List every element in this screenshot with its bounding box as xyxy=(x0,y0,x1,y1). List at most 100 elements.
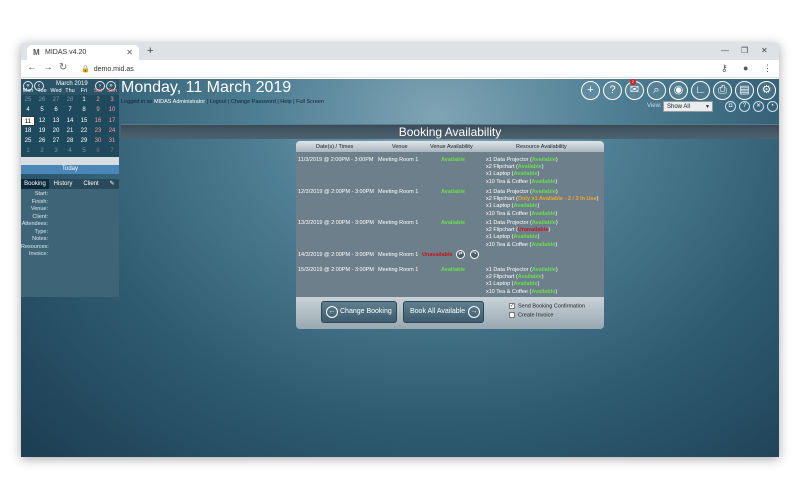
calendar-day[interactable]: 7 xyxy=(63,105,77,115)
tab-booking[interactable]: Booking xyxy=(21,179,49,189)
calendar-day[interactable]: 29 xyxy=(77,136,91,146)
calendar-day[interactable]: 28 xyxy=(63,95,77,105)
print-icon[interactable]: ⎙ xyxy=(713,81,732,100)
calendar-day[interactable]: 1 xyxy=(77,95,91,105)
calendar-day[interactable]: 17 xyxy=(105,116,119,126)
calendar-day[interactable]: 30 xyxy=(91,136,105,146)
key-icon[interactable]: ⚷ xyxy=(721,63,728,74)
calendar-day[interactable]: 23 xyxy=(91,126,105,136)
stats-icon[interactable]: ∟ xyxy=(691,81,710,100)
calendar-day[interactable]: 10 xyxy=(105,105,119,115)
calendar-day[interactable]: 28 xyxy=(63,136,77,146)
page-date: Monday, 11 March 2019 xyxy=(121,79,292,96)
checkbox-box[interactable] xyxy=(509,312,515,318)
calendar-day[interactable]: 27 xyxy=(49,136,63,146)
skip-date-icon[interactable]: ↷ xyxy=(470,250,479,259)
resource-status: Available xyxy=(513,203,538,210)
calendar-day[interactable]: 15 xyxy=(77,116,91,126)
calendar-day[interactable]: 6 xyxy=(91,146,105,156)
calendar-day[interactable]: 26 xyxy=(35,95,49,105)
change-booking-button[interactable]: ← Change Booking xyxy=(321,301,397,323)
view-icon[interactable]: ◉ xyxy=(669,81,688,100)
calendar-day[interactable]: 2 xyxy=(91,95,105,105)
calendar-day[interactable]: 26 xyxy=(35,136,49,146)
tab-history[interactable]: History xyxy=(49,179,77,189)
calendar-day[interactable]: 6 xyxy=(49,105,63,115)
resource-name: x2 Flipchart ( xyxy=(486,227,518,234)
username-link[interactable]: MIDAS Administrator xyxy=(154,99,205,105)
calendar-day[interactable]: 5 xyxy=(77,146,91,156)
calendar-day[interactable]: 20 xyxy=(49,126,63,136)
resource-line: x2 Flipchart (Available) xyxy=(486,274,558,281)
info-icon[interactable]: ? xyxy=(739,101,750,112)
calendar-day[interactable]: 25 xyxy=(21,136,35,146)
calendar-day[interactable]: 3 xyxy=(105,95,119,105)
url-field[interactable]: 🔒 demo.mid.as xyxy=(81,63,711,75)
calendar-day[interactable]: 3 xyxy=(49,146,63,156)
profile-icon[interactable]: ● xyxy=(743,63,748,73)
reload-icon[interactable]: ↻ xyxy=(59,62,67,73)
calendar-day[interactable]: 8 xyxy=(77,105,91,115)
calendar-day[interactable]: 9 xyxy=(91,105,105,115)
resource-name: x10 Tea & Coffee ( xyxy=(486,210,532,217)
col-venue: Venue xyxy=(392,144,408,150)
calendar-header: « ‹ March 2019 › » Mon Tue Wed Thu Fri S… xyxy=(21,79,119,95)
resource-close: ) xyxy=(555,178,558,185)
checkbox-box[interactable]: ✓ xyxy=(509,303,515,309)
new-tab-icon[interactable]: + xyxy=(147,45,153,57)
summary-field-label: Invoice: xyxy=(29,251,48,257)
calendar-day[interactable]: 22 xyxy=(77,126,91,136)
calendar-day[interactable]: 18 xyxy=(21,126,35,136)
calendar-day[interactable]: 24 xyxy=(105,126,119,136)
midas-app: « ‹ March 2019 › » Mon Tue Wed Thu Fri S… xyxy=(21,79,779,457)
summary-field-label: Client: xyxy=(32,213,48,220)
calendar-day[interactable]: 5 xyxy=(35,105,49,115)
help-icon[interactable]: ? xyxy=(603,81,622,100)
calendar-day[interactable]: 31 xyxy=(105,136,119,146)
more-icon[interactable]: • xyxy=(767,101,778,112)
account-links[interactable]: | Logout | Change Password | Help | Full… xyxy=(207,99,324,105)
pin-icon[interactable]: ✎ xyxy=(105,179,119,189)
calendar-day[interactable]: 25 xyxy=(21,95,35,105)
tab-close-icon[interactable]: ✕ xyxy=(126,48,133,57)
calendar-day[interactable]: 21 xyxy=(63,126,77,136)
reports-icon[interactable]: ▤ xyxy=(735,81,754,100)
close-icon[interactable]: ✕ xyxy=(753,101,764,112)
calendar-day[interactable]: 1 xyxy=(21,146,35,156)
calendar-day[interactable]: 4 xyxy=(63,146,77,156)
calendar-day[interactable]: 19 xyxy=(35,126,49,136)
calendar-day[interactable]: 27 xyxy=(49,95,63,105)
today-button[interactable]: Today xyxy=(21,165,119,174)
forward-icon[interactable]: → xyxy=(43,62,53,73)
calendar-day[interactable]: 7 xyxy=(105,146,119,156)
book-all-button[interactable]: Book All Available → xyxy=(403,301,484,323)
add-icon[interactable]: + xyxy=(581,81,600,100)
back-icon[interactable]: ← xyxy=(27,62,37,73)
lock-screen-icon[interactable]: ◘ xyxy=(725,101,736,112)
window-close-icon[interactable]: ✕ xyxy=(761,46,768,55)
resource-line: x1 Data Projector (Available) xyxy=(486,189,598,196)
minimize-icon[interactable]: — xyxy=(721,46,729,55)
view-select[interactable]: Show All ▼ xyxy=(663,101,713,112)
calendar-day[interactable]: 2 xyxy=(35,146,49,156)
row-venue: Meeting Room 1 xyxy=(378,252,419,258)
restore-icon[interactable]: ❐ xyxy=(741,46,748,55)
create-invoice-checkbox[interactable]: Create Invoice xyxy=(509,312,553,318)
resource-usage: - 2 / 3 In Use xyxy=(562,196,597,203)
browser-tab[interactable]: M MIDAS v4.20 ✕ xyxy=(27,45,139,60)
tab-client[interactable]: Client xyxy=(77,179,105,189)
calendar-day[interactable]: 11 xyxy=(21,115,35,126)
sidebar-tabs: Booking History Client ✎ xyxy=(21,179,119,189)
search-icon[interactable]: ⌕ xyxy=(647,81,666,100)
calendar-day[interactable]: 4 xyxy=(21,105,35,115)
settings-icon[interactable]: ⚙ xyxy=(757,81,776,100)
calendar-day[interactable]: 16 xyxy=(91,116,105,126)
resource-close: ) xyxy=(555,189,558,195)
calendar-day[interactable]: 13 xyxy=(49,116,63,126)
calendar-day[interactable]: 12 xyxy=(35,116,49,126)
send-confirmation-checkbox[interactable]: ✓ Send Booking Confirmation xyxy=(509,303,585,309)
alternative-venue-icon[interactable]: ⇄ xyxy=(456,250,465,259)
availability-panel: Date(s) / Times Venue Venue Availability… xyxy=(296,141,604,329)
calendar-day[interactable]: 14 xyxy=(63,116,77,126)
menu-dots-icon[interactable]: ⋮ xyxy=(763,63,772,74)
